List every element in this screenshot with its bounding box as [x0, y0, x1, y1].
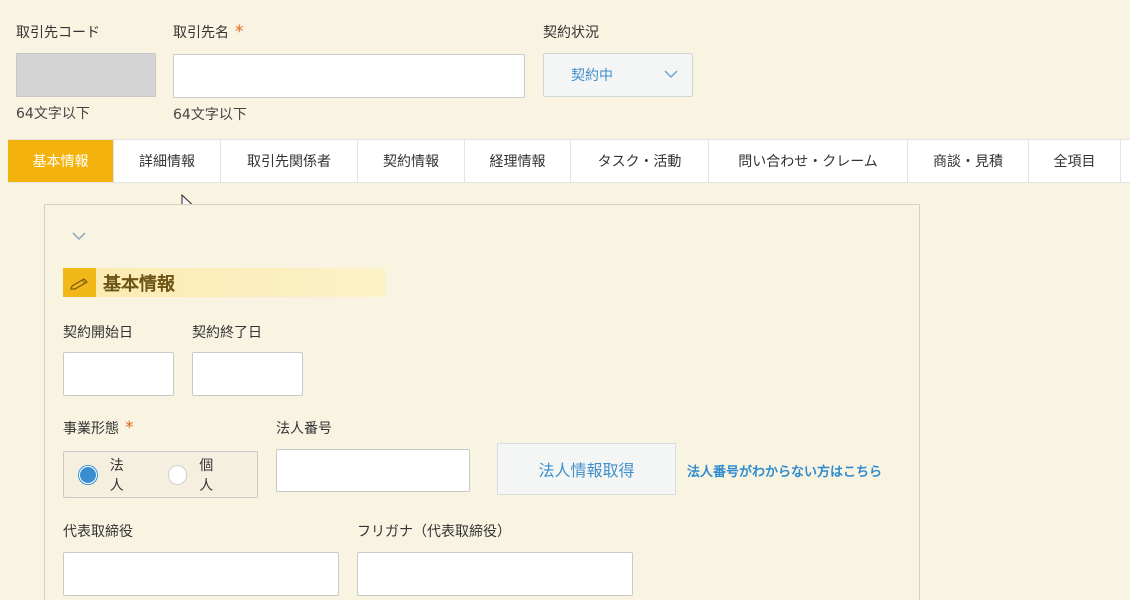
required-mark: * [235, 22, 244, 42]
representative-kana-input[interactable] [357, 552, 633, 596]
tab-detail-info[interactable]: 詳細情報 [114, 140, 221, 182]
radio-individual[interactable] [167, 464, 188, 485]
tab-basic-info[interactable]: 基本情報 [8, 140, 114, 182]
radio-individual-label: 個人 [199, 457, 214, 494]
name-hint: 64文字以下 [173, 107, 247, 123]
contract-start-input[interactable] [63, 352, 174, 396]
tab-accounting-info[interactable]: 経理情報 [465, 140, 571, 182]
representative-kana-label: フリガナ（代表取締役） [357, 524, 511, 540]
contract-end-input[interactable] [192, 352, 303, 396]
section-header: 基本情報 [63, 268, 386, 297]
representative-label: 代表取締役 [63, 524, 133, 540]
contract-end-label: 契約終了日 [192, 325, 262, 341]
business-form-label: 事業形態 * [63, 418, 134, 438]
corp-number-help-link[interactable]: 法人番号がわからない方はこちら [687, 461, 882, 480]
status-label: 契約状況 [543, 25, 599, 41]
fetch-corp-info-button[interactable]: 法人情報取得 [497, 443, 676, 495]
corp-number-input[interactable] [276, 449, 470, 492]
name-label: 取引先名 * [173, 22, 244, 42]
radio-corporation[interactable] [78, 464, 98, 485]
tab-contacts[interactable]: 取引先関係者 [221, 140, 358, 182]
corp-number-label: 法人番号 [276, 421, 332, 437]
business-form-radio-group: 法人 個人 [63, 451, 258, 498]
code-field [16, 53, 156, 97]
status-select[interactable]: 契約中 [543, 53, 693, 97]
tab-tasks[interactable]: タスク・活動 [571, 140, 709, 182]
section-title: 基本情報 [103, 273, 175, 295]
required-mark: * [125, 418, 134, 438]
collapse-chevron-icon[interactable] [72, 229, 86, 245]
tab-bar: 基本情報 詳細情報 取引先関係者 契約情報 経理情報 タスク・活動 問い合わせ・… [8, 139, 1130, 183]
contract-start-label: 契約開始日 [63, 325, 133, 341]
code-hint: 64文字以下 [16, 106, 90, 122]
tab-inquiries[interactable]: 問い合わせ・クレーム [709, 140, 908, 182]
representative-input[interactable] [63, 552, 339, 596]
business-form-label-text: 事業形態 [63, 421, 119, 437]
tab-all-fields[interactable]: 全項目 [1029, 140, 1121, 182]
chevron-down-icon [664, 67, 678, 83]
tab-contract-info[interactable]: 契約情報 [358, 140, 465, 182]
tab-deals[interactable]: 商談・見積 [908, 140, 1029, 182]
status-value: 契約中 [571, 68, 613, 84]
pencil-icon [63, 268, 96, 297]
code-label: 取引先コード [16, 25, 100, 41]
name-input[interactable] [173, 54, 525, 98]
name-label-text: 取引先名 [173, 25, 229, 41]
radio-corporation-label: 法人 [109, 457, 124, 494]
